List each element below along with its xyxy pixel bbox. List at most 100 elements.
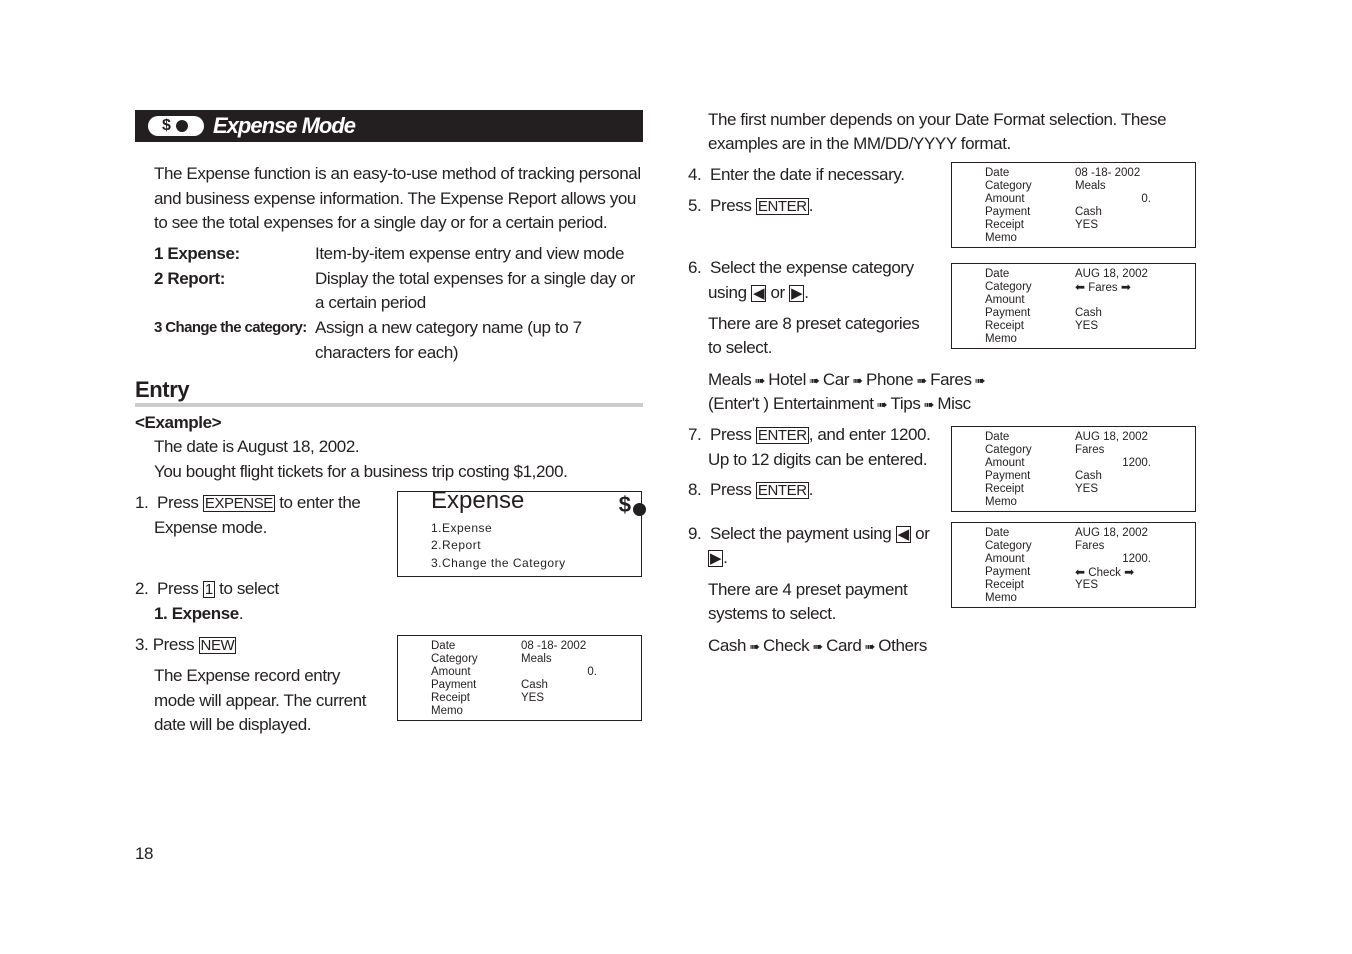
field-value-text: Check <box>1088 567 1121 579</box>
step-4: 4. Enter the date if necessary. <box>688 165 905 185</box>
divider <box>135 403 643 407</box>
entry-heading: Entry <box>135 377 190 402</box>
field-label: Receipt <box>985 219 1024 231</box>
right-arrow-key-icon: ▶ <box>789 285 805 302</box>
next-arrow-icon: ➠ <box>751 373 769 388</box>
cycle-item: Tips <box>890 394 921 413</box>
cycle-item: Fares <box>930 370 972 389</box>
menu-title: Expense <box>431 487 525 514</box>
step-text: systems to select. <box>708 604 836 623</box>
step-8: 8. Press ENTER. <box>688 480 813 500</box>
section-title: Expense Mode <box>213 113 356 138</box>
next-arrow-icon: ➠ <box>849 373 867 388</box>
step-number: 2. <box>135 579 149 598</box>
cycle-item: Meals <box>708 370 752 389</box>
step-text: 1. Expense. <box>154 604 244 624</box>
category-cycle: (Enter't ) Entertainment ➠ Tips ➠ Misc <box>708 394 971 415</box>
field-value: YES <box>1075 483 1099 495</box>
step-text: Press <box>157 579 199 598</box>
field-value: 1200. <box>1122 457 1151 469</box>
menu-item: 3.Change the Category <box>431 556 566 570</box>
field-label: Date <box>985 167 1010 179</box>
field-value: Cash <box>521 679 548 691</box>
intro-line: The Expense function is an easy-to-use m… <box>154 164 641 183</box>
cycle-item: Others <box>878 636 927 655</box>
step-text: , and enter 1200. <box>808 425 931 444</box>
step-number: 3. <box>135 635 149 654</box>
field-label: Memo <box>985 496 1017 508</box>
example-line: You bought flight tickets for a business… <box>154 462 568 481</box>
step-text: using ◀ or ▶. <box>708 283 809 302</box>
field-label: Amount <box>985 193 1025 205</box>
step-text: The Expense record entry <box>154 666 340 685</box>
field-value: ⬅ Fares ➡ <box>1075 281 1131 295</box>
step-text: mode will appear. The current <box>154 691 367 710</box>
step-text: date will be displayed. <box>154 715 312 734</box>
one-key: 1 <box>202 581 215 598</box>
record-screen: Date AUG 18, 2002 Category ⬅ Fares ➡ Amount P… <box>951 263 1196 349</box>
step-text: to enter the <box>279 493 361 512</box>
mode-label: 3 Change the category: <box>154 319 307 336</box>
next-arrow-icon: ➠ <box>746 639 764 654</box>
field-label: Category <box>985 444 1032 456</box>
note-line: examples are in the MM/DD/YYYY format. <box>708 134 1011 153</box>
field-value: YES <box>1075 219 1099 231</box>
next-arrow-icon: ➠ <box>873 397 891 412</box>
record-screen: Date AUG 18, 2002 Category Fares Amount 1200.… <box>951 522 1196 608</box>
field-label: Memo <box>431 705 463 717</box>
field-label: Category <box>985 540 1032 552</box>
mode-desc: characters for each) <box>315 343 459 362</box>
step-text: . <box>238 604 244 623</box>
step-text: or <box>770 283 785 302</box>
step-text: using <box>708 283 747 302</box>
field-value: 08 -18- 2002 <box>1075 167 1141 179</box>
mode-desc: a certain period <box>315 293 426 312</box>
category-cycle: Meals ➠ Hotel ➠ Car ➠ Phone ➠ Fares ➠ <box>708 370 986 391</box>
cycle-item: Phone <box>866 370 914 389</box>
next-arrow-icon: ➠ <box>913 373 931 388</box>
enter-key: ENTER <box>755 198 809 215</box>
field-label: Memo <box>985 232 1017 244</box>
step-1: 1. Press EXPENSE to enter the <box>135 493 361 513</box>
step-text: Select the payment using <box>710 524 892 543</box>
left-arrow-icon: ⬅ <box>1075 280 1086 294</box>
step-number: 4. <box>688 165 702 184</box>
dollar-coin-icon: $ <box>148 116 204 136</box>
field-value: Meals <box>521 653 552 665</box>
left-arrow-key-icon: ◀ <box>750 285 767 302</box>
step-text: Expense mode. <box>154 518 267 537</box>
step-number: 5. <box>688 196 702 215</box>
step-text: Press <box>157 493 199 512</box>
field-value: AUG 18, 2002 <box>1075 431 1148 443</box>
next-arrow-icon: ➠ <box>971 373 986 388</box>
step-emphasis: 1. Expense <box>154 604 239 623</box>
field-label: Category <box>985 180 1032 192</box>
field-value: AUG 18, 2002 <box>1075 527 1148 539</box>
step-7: 7. Press ENTER, and enter 1200. <box>688 425 931 445</box>
field-value: 0. <box>1141 193 1151 205</box>
step-text: Press <box>152 635 195 654</box>
dollar-sign: $ <box>618 492 631 517</box>
new-key: NEW <box>198 637 237 654</box>
dollar-coin-icon: $ <box>619 494 646 516</box>
step-text: . <box>808 196 814 215</box>
record-screen: Date 08 -18- 2002 Category Meals Amount 0. Pay… <box>397 635 642 721</box>
step-text: There are 8 preset categories <box>708 314 920 333</box>
cycle-item: Car <box>822 370 850 389</box>
field-label: Amount <box>985 457 1025 469</box>
field-value-text: Fares <box>1088 282 1118 294</box>
cycle-item: (Enter't ) Entertainment <box>708 394 874 413</box>
enter-key: ENTER <box>755 427 809 444</box>
menu-item: 2.Report <box>431 538 482 552</box>
cycle-item: Card <box>826 636 862 655</box>
field-label: Receipt <box>985 483 1024 495</box>
field-label: Memo <box>985 592 1017 604</box>
field-label: Amount <box>985 553 1025 565</box>
field-label: Receipt <box>985 579 1024 591</box>
field-value: ⬅ Check ➡ <box>1075 566 1134 580</box>
step-text: Press <box>710 480 752 499</box>
field-value: YES <box>1075 579 1099 591</box>
right-arrow-icon: ➡ <box>1124 565 1135 579</box>
field-value: Cash <box>1075 470 1102 482</box>
field-label: Date <box>985 268 1010 280</box>
